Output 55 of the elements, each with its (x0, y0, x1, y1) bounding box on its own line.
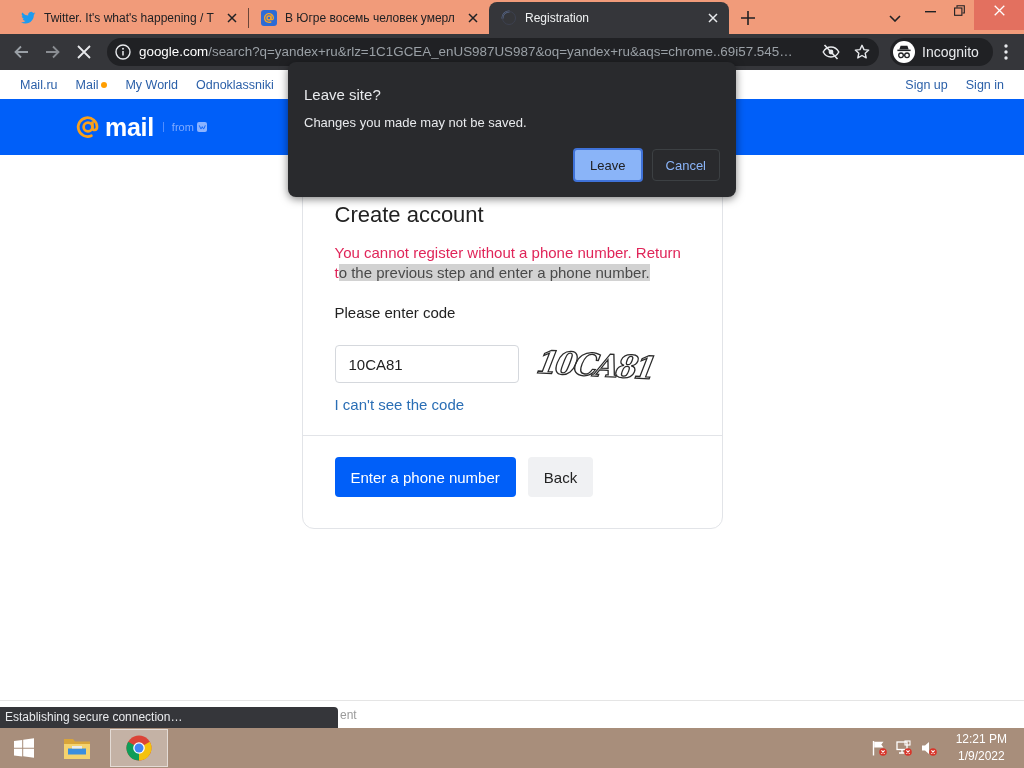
close-icon[interactable] (468, 13, 478, 23)
from-label: from (171, 121, 194, 133)
taskbar-app-button[interactable] (110, 729, 168, 767)
info-icon[interactable] (115, 44, 131, 60)
dialog-message: Changes you made may not be saved. (304, 114, 528, 132)
hat-and-glasses-icon (893, 41, 915, 63)
nav-link[interactable]: Mail.ru (20, 77, 58, 92)
minimize-icon[interactable] (925, 11, 936, 13)
leave-button[interactable]: Leave (573, 148, 643, 182)
square-logo-icon (196, 122, 207, 132)
cant-see-code-link[interactable]: I can't see the code (334, 395, 465, 415)
browser-tab[interactable]: Twitter. It's what's happening / T (8, 2, 248, 34)
profile-button[interactable]: Incognito (890, 38, 993, 66)
account-link[interactable]: Sign up (905, 77, 948, 92)
plus-icon[interactable] (741, 11, 755, 25)
chevron-down-icon[interactable] (889, 14, 901, 22)
nav-link[interactable]: Mail (75, 77, 108, 92)
back-arrow-icon[interactable] (13, 44, 29, 60)
speaker-muted-icon[interactable] (920, 740, 937, 756)
captcha-text: 10CA81 (533, 342, 658, 388)
dialog-title: Leave site? (304, 85, 382, 105)
close-icon[interactable] (227, 13, 237, 23)
cancel-button[interactable]: Cancel (651, 149, 720, 181)
network-icon[interactable] (895, 740, 912, 756)
bird-icon (20, 10, 36, 26)
status-bubble: Establishing secure connection… (0, 707, 338, 728)
nav-link[interactable]: Odnoklassniki (196, 77, 274, 92)
loading-spinner-icon (501, 10, 517, 26)
back-button[interactable]: Back (527, 457, 594, 497)
phone-number-button[interactable]: Enter a phone number (334, 457, 516, 497)
at-sign-icon (261, 10, 277, 26)
flag-icon[interactable] (870, 740, 887, 756)
form-title: Create account (334, 201, 485, 229)
footer-text: ent (340, 706, 357, 723)
browser-tab[interactable]: Registration (489, 2, 729, 34)
eye-slash-icon[interactable] (822, 44, 840, 60)
nav-link[interactable]: My World (125, 77, 178, 92)
logo-text: mail (105, 114, 154, 140)
cross-icon[interactable] (77, 45, 91, 59)
folder-icon (63, 736, 91, 760)
error-message: You cannot register without a phone number. Return to the previous step and enter a phone number. (334, 243, 682, 283)
star-icon[interactable] (854, 44, 870, 60)
url-text: google.com/search?q=yandex+ru&rlz=1C1GCEA_enUS987US987&oq=yandex+ru&aqs=chrome..69i57.545… (139, 43, 794, 61)
account-link[interactable]: Sign in (965, 77, 1004, 92)
code-input[interactable]: 10CA81 (334, 345, 519, 383)
browser-logo-icon (126, 735, 152, 761)
at-logo-icon (75, 114, 101, 140)
forward-arrow-icon[interactable] (45, 44, 61, 60)
browser-tab[interactable]: В Югре восемь человек умерл (249, 2, 489, 34)
restore-icon[interactable] (954, 5, 965, 16)
address-bar[interactable]: google.com/search?q=yandex+ru&rlz=1C1GCEA_enUS987US987&oq=yandex+ru&aqs=chrome..69i57.545… (107, 38, 879, 66)
close-icon (993, 5, 1005, 16)
menu-icon[interactable] (1003, 44, 1008, 60)
code-label: Please enter code (334, 303, 457, 323)
windows-logo-icon[interactable] (14, 738, 34, 758)
